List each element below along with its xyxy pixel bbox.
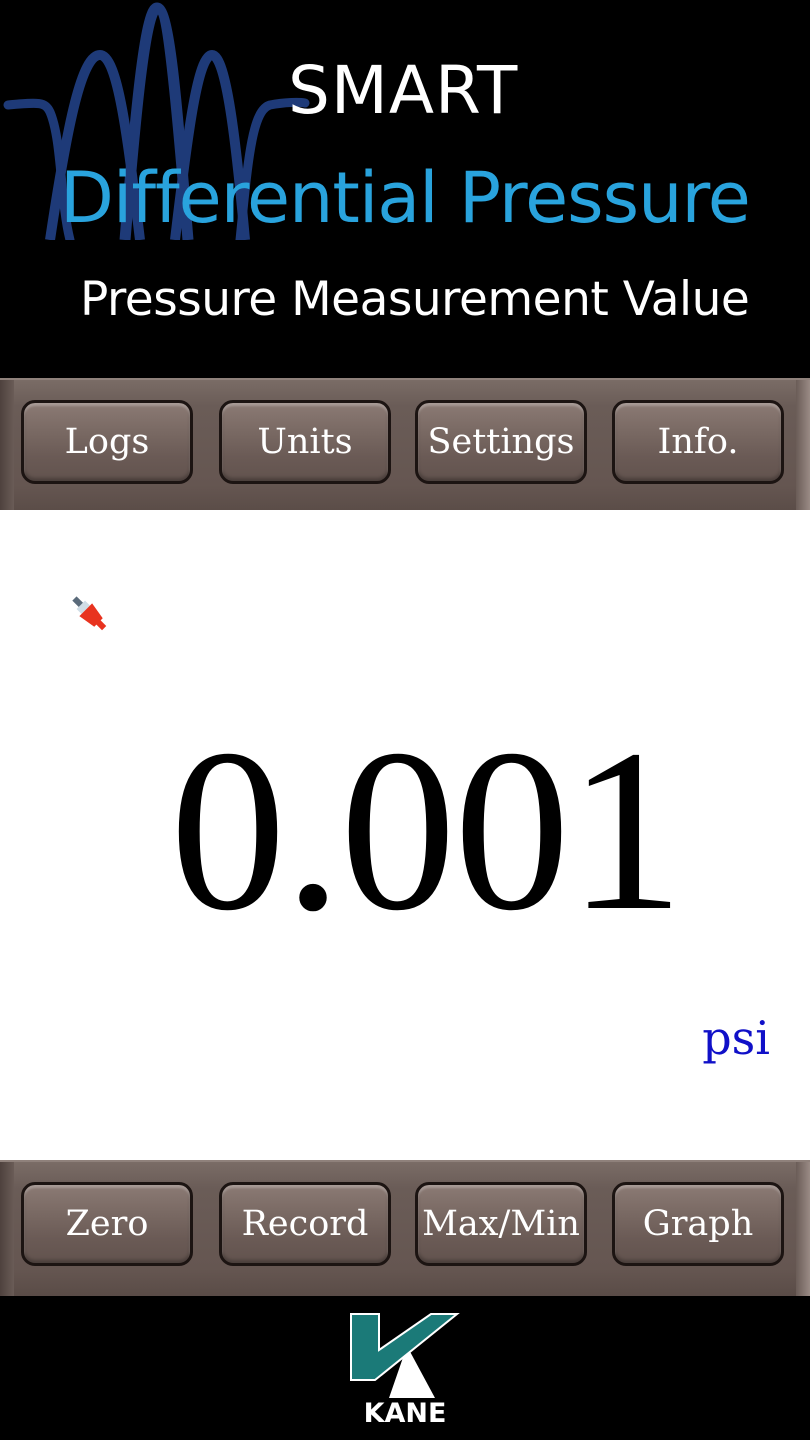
probe-connector-icon <box>72 596 107 631</box>
logs-button[interactable]: Logs <box>21 400 193 484</box>
record-button[interactable]: Record <box>219 1182 391 1266</box>
brand-word: SMART <box>288 52 519 129</box>
units-button[interactable]: Units <box>219 400 391 484</box>
app-header: SMART Differential Pressure Pressure Mea… <box>0 0 810 378</box>
pressure-reading: 0.001 <box>170 702 684 959</box>
measurement-display: 0.001 psi <box>0 510 810 1160</box>
kane-logo: KANE <box>350 1313 460 1428</box>
settings-button[interactable]: Settings <box>415 400 587 484</box>
bottom-toolbar: Zero Record Max/Min Graph <box>0 1160 810 1296</box>
kane-wordmark: KANE <box>364 1398 447 1428</box>
info-button[interactable]: Info. <box>612 400 784 484</box>
top-toolbar: Logs Units Settings Info. <box>0 378 810 512</box>
footer: KANE <box>0 1296 810 1440</box>
app-title: Differential Pressure <box>60 157 751 239</box>
app-subtitle: Pressure Measurement Value <box>80 272 750 327</box>
graph-button[interactable]: Graph <box>612 1182 784 1266</box>
max-min-button[interactable]: Max/Min <box>415 1182 587 1266</box>
unit-label[interactable]: psi <box>702 1015 770 1061</box>
zero-button[interactable]: Zero <box>21 1182 193 1266</box>
